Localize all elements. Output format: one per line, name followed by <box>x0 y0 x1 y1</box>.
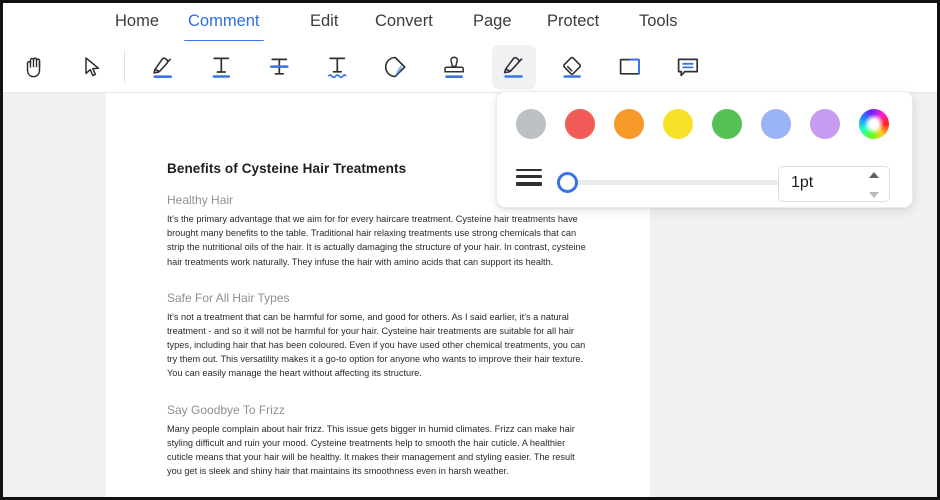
pdf-editor-window: Home Comment Edit Convert Page Protect Tools B… <box>0 0 940 500</box>
eraser-tool-icon[interactable] <box>550 45 594 89</box>
main-menu-bar: Home Comment Edit Convert Page Protect Tools <box>3 3 937 42</box>
stamp-tool-icon[interactable] <box>432 45 476 89</box>
strikethrough-text-tool-icon[interactable] <box>257 45 301 89</box>
comment-toolbar <box>3 41 937 93</box>
menu-tab-home[interactable]: Home <box>115 12 159 37</box>
section-paragraph: It's not a treatment that can be harmful… <box>167 311 586 379</box>
color-swatch-purple[interactable] <box>810 109 840 139</box>
menu-tab-edit[interactable]: Edit <box>310 12 338 37</box>
menu-tab-tools[interactable]: Tools <box>639 12 678 37</box>
color-swatch-green[interactable] <box>712 109 742 139</box>
menu-tab-protect[interactable]: Protect <box>547 12 599 37</box>
thickness-value: 1pt <box>791 174 814 191</box>
color-swatch-rainbow-wheel[interactable] <box>859 109 889 139</box>
document-section: Say Goodbye To Frizz Many people complai… <box>167 403 592 479</box>
stepper-increase-icon[interactable] <box>868 172 879 178</box>
menu-tab-convert[interactable]: Convert <box>375 12 433 37</box>
thickness-row: 1pt <box>497 156 914 209</box>
section-paragraph: It's the primary advantage that we aim f… <box>167 214 586 267</box>
line-weight-icon[interactable] <box>516 169 542 193</box>
color-swatch-orange[interactable] <box>614 109 644 139</box>
pencil-ink-tool-icon[interactable] <box>492 45 536 89</box>
color-swatch-red[interactable] <box>565 109 595 139</box>
ink-properties-popup: 1pt <box>496 91 913 208</box>
section-paragraph: Many people complain about hair frizz. T… <box>167 423 575 477</box>
toolbar-divider <box>124 51 125 83</box>
menu-tab-page[interactable]: Page <box>473 12 512 37</box>
section-heading: Safe For All Hair Types <box>167 290 290 305</box>
sticky-note-tool-icon[interactable] <box>373 45 417 89</box>
color-swatch-row <box>497 92 914 156</box>
color-swatch-blue[interactable] <box>761 109 791 139</box>
menu-tab-comment[interactable]: Comment <box>184 12 264 42</box>
stepper-arrows <box>867 172 880 198</box>
select-cursor-tool-icon[interactable] <box>70 45 114 89</box>
thickness-stepper[interactable]: 1pt <box>778 166 890 202</box>
stepper-decrease-icon[interactable] <box>868 192 879 198</box>
underline-text-tool-icon[interactable] <box>199 45 243 89</box>
rectangle-shape-tool-icon[interactable] <box>608 45 652 89</box>
color-swatch-gray[interactable] <box>516 109 546 139</box>
document-section: Safe For All Hair Types It's not a treat… <box>167 291 592 381</box>
highlight-text-tool-icon[interactable] <box>141 45 185 89</box>
comment-box-tool-icon[interactable] <box>666 45 710 89</box>
squiggly-underline-tool-icon[interactable] <box>315 45 359 89</box>
hand-tool-icon[interactable] <box>11 45 55 89</box>
section-heading: Say Goodbye To Frizz <box>167 402 285 417</box>
slider-handle[interactable] <box>556 171 578 193</box>
color-swatch-yellow[interactable] <box>663 109 693 139</box>
